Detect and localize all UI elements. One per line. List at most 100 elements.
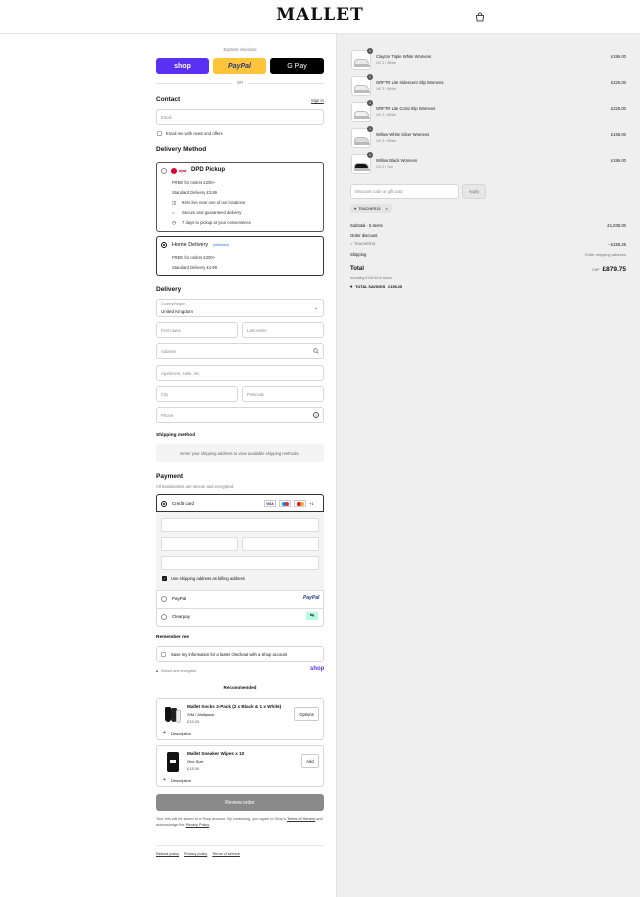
home-delivery-radio[interactable] [161,242,167,248]
google-pay-button[interactable]: G Pay [270,58,324,74]
country-value: United Kingdom [161,309,194,314]
country-select[interactable]: Country/Region United Kingdom ⌄ [156,299,324,317]
card-number-field[interactable] [161,518,319,532]
clearpay-option-label[interactable]: Clearpay [172,614,190,619]
selected-tag: (selected) [213,243,229,247]
subtotal-value: £1,035.00 [607,223,626,228]
privacy-link[interactable]: Privacy Policy [186,823,209,827]
apply-button[interactable]: Apply [462,184,486,199]
home-delivery-option[interactable]: Home Delivery (selected) FREE for orders… [156,236,324,276]
sign-in-link[interactable]: Sign in [311,98,324,103]
shop-pay-button[interactable]: shop [156,58,209,74]
clock-icon: ◷ [172,220,176,225]
location-icon: ◫ [172,200,177,205]
paypal-option-label[interactable]: PayPal [172,596,186,601]
options-button[interactable]: Options [294,707,319,721]
recommended-item: Mallet Socks 3-Pack (2 x Black & 1 x Whi… [156,698,324,740]
last-name-input[interactable]: Last name [242,322,324,338]
paypal-button[interactable]: PayPal [213,58,266,74]
help-icon[interactable]: ? [313,412,319,418]
discount-code-line: ⌖ TEACHER15 [350,242,375,246]
phone-input[interactable]: Phone [156,407,324,423]
apartment-input[interactable]: Apartment, suite, etc. [156,365,324,381]
cart-item-name: Clayton Triple White Womens [376,54,432,59]
home-free-line: FREE for orders £200+ [172,255,216,260]
first-name-input[interactable]: First name [156,322,238,338]
express-checkout-label: Express checkout [223,47,257,52]
product-variant: One Size [187,759,204,764]
card-expiry-field[interactable] [161,537,238,551]
plus-icon[interactable]: + [163,730,166,736]
credit-card-label: Credit card [172,501,195,506]
clearpay-radio[interactable] [161,614,167,620]
credit-card-radio[interactable] [161,501,167,507]
visa-icon: VISA [264,500,276,507]
terms-of-service-link[interactable]: Terms of service [212,852,240,856]
discount-value: −£155.25 [608,242,626,247]
paypal-logo: PayPal [303,595,320,601]
total-value: £879.75 [602,266,627,273]
footer-divider [156,845,324,846]
socks-image [163,705,183,725]
review-order-button[interactable]: Review order [156,794,324,811]
maestro-icon [279,500,291,507]
description-toggle[interactable]: Description [171,731,191,736]
address-input[interactable]: Address [156,343,324,359]
cart-item-variant: UK 3 / White [376,61,397,65]
payment-subtitle: All transactions are secure and encrypte… [156,484,235,489]
email-input[interactable]: Email [156,109,324,125]
recommended-title: Recommended [223,685,257,690]
brand-logo[interactable]: MALLET [0,5,640,25]
quantity-badge: 1 [367,74,373,80]
home-delivery-label: Home Delivery [172,242,209,248]
divider [156,590,324,591]
discount-input[interactable]: Discount code or gift card [350,184,459,199]
postcode-input[interactable]: Postcode [242,386,324,402]
subtotal-label: Subtotal · 5 items [350,223,383,228]
product-name[interactable]: Mallet Sneaker Wipes x 10 [187,751,244,756]
paypal-radio[interactable] [161,596,167,602]
tag-icon: ⌖ [350,242,353,246]
news-checkbox[interactable] [157,131,162,136]
card-cvv-field[interactable] [242,537,319,551]
plus-icon[interactable]: + [163,777,166,783]
lock-icon: 🔒︎ [156,668,159,673]
shopping-bag-icon[interactable] [474,11,486,23]
applied-code: TEACHER15 [358,206,381,211]
card-name-field[interactable] [161,556,319,570]
refund-policy-link[interactable]: Refund policy [156,852,179,856]
savings-tag-icon: ⌖ [350,285,353,289]
description-toggle[interactable]: Description [171,778,191,783]
save-info-label: Save my information for a faster checkou… [171,652,288,657]
billing-checkbox[interactable]: ✓ [162,576,167,581]
save-info-checkbox[interactable] [161,652,166,657]
cart-item-price: £225.00 [610,80,626,85]
contact-title: Contact [156,96,181,103]
product-thumbnail: 1 [351,100,373,122]
save-info-box[interactable]: Save my information for a faster checkou… [156,646,324,662]
legal-text-3: . [208,822,210,827]
product-thumbnail: 1 [351,126,373,148]
cart-item-name: GRFTR Lite Iridescent Slip Womens [376,80,444,85]
product-thumbnail: 1 [351,74,373,96]
dpd-pickup-option[interactable]: dpd DPD Pickup FREE for orders £200+ Sta… [156,162,324,232]
remove-code-icon[interactable]: × [386,207,388,211]
dpd-pickup-radio[interactable] [161,168,167,174]
tag-icon: ⌖ [354,206,357,211]
legal-text-1: Your info will be saved to a Shop accoun… [156,817,287,821]
savings-row: ⌖ TOTAL SAVINGS £155.25 [350,285,402,289]
dpd-pickup-label: DPD Pickup [191,167,226,173]
dpd-brand-mark: dpd [179,168,187,173]
privacy-policy-link[interactable]: Privacy policy [184,852,207,856]
city-input[interactable]: City [156,386,238,402]
applied-code-chip: ⌖ TEACHER15 × [350,204,392,213]
terms-link[interactable]: Terms of Service [287,817,315,821]
header: MALLET [0,0,640,34]
product-name[interactable]: Mallet Socks 3-Pack (2 x Black & 1 x Whi… [187,704,281,709]
order-discount-label: Order discount [350,233,378,238]
shipping-method-title: Shipping method [156,433,196,438]
add-button[interactable]: Add [301,754,319,768]
discount-code: TEACHER15 [354,242,376,246]
shipping-notice: Enter your shipping address to view avai… [156,444,324,462]
or-label: OR [232,80,248,85]
